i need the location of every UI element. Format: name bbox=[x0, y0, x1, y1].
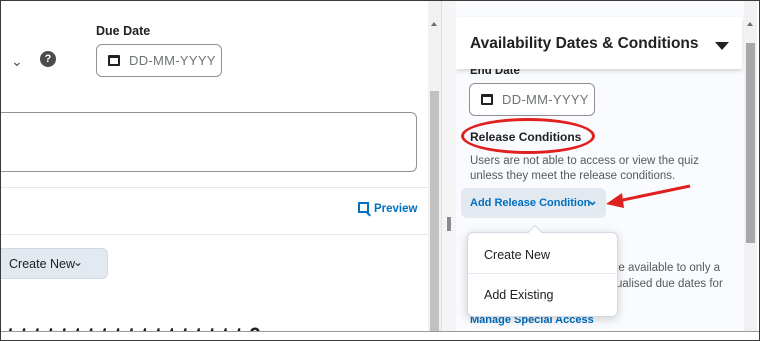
splitter-grip-icon[interactable] bbox=[447, 217, 451, 231]
end-date-placeholder: DD-MM-YYYY bbox=[502, 92, 589, 107]
add-release-condition-button[interactable]: Add Release Condition ⌄ bbox=[461, 188, 606, 218]
help-icon[interactable]: ? bbox=[40, 51, 56, 67]
right-scrollbar[interactable] bbox=[744, 1, 757, 340]
annotation-arrow-icon bbox=[606, 184, 691, 208]
add-release-condition-label: Add Release Condition bbox=[470, 197, 591, 209]
chevron-down-icon[interactable]: ⌄ bbox=[11, 53, 23, 70]
quiz-editor-pane: ⌄ ? Due Date DD-MM-YYYY Preview Create N… bbox=[1, 1, 428, 340]
menu-item-add-existing[interactable]: Add Existing bbox=[468, 274, 617, 314]
availability-panel: Availability Dates & Conditions End Date… bbox=[456, 1, 744, 340]
panel-header[interactable]: Availability Dates & Conditions bbox=[456, 17, 742, 69]
release-conditions-description: Users are not able to access or view the… bbox=[470, 155, 699, 182]
left-scrollbar[interactable] bbox=[428, 1, 441, 340]
release-conditions-label: Release Conditions bbox=[470, 130, 582, 144]
pane-splitter[interactable] bbox=[441, 1, 456, 340]
bottom-edge bbox=[1, 331, 759, 340]
calendar-icon bbox=[108, 55, 120, 66]
chevron-down-icon: ⌄ bbox=[73, 255, 84, 269]
calendar-icon bbox=[481, 94, 493, 105]
app-window: ⌄ ? Due Date DD-MM-YYYY Preview Create N… bbox=[0, 0, 760, 341]
panel-title: Availability Dates & Conditions bbox=[470, 35, 699, 52]
scroll-up-arrow-icon[interactable] bbox=[747, 22, 753, 26]
scrollbar-thumb[interactable] bbox=[746, 43, 755, 243]
end-date-input[interactable]: DD-MM-YYYY bbox=[469, 83, 595, 116]
divider bbox=[1, 187, 428, 188]
due-date-label: Due Date bbox=[96, 24, 151, 38]
preview-link[interactable]: Preview bbox=[358, 202, 417, 215]
scrollbar-thumb[interactable] bbox=[430, 91, 439, 340]
due-date-input[interactable]: DD-MM-YYYY bbox=[96, 44, 222, 77]
create-new-button[interactable]: Create New ⌄ bbox=[1, 248, 108, 279]
preview-icon bbox=[358, 202, 369, 213]
divider bbox=[1, 234, 428, 235]
release-condition-menu: Create New Add Existing bbox=[467, 224, 618, 317]
menu-item-create-new[interactable]: Create New bbox=[468, 233, 617, 273]
due-date-placeholder: DD-MM-YYYY bbox=[129, 53, 216, 68]
caret-down-icon[interactable] bbox=[715, 42, 729, 50]
preview-label: Preview bbox=[374, 203, 418, 215]
description-textarea[interactable] bbox=[1, 112, 417, 172]
scroll-up-arrow-icon[interactable] bbox=[431, 22, 437, 26]
create-new-label: Create New bbox=[9, 257, 75, 271]
chevron-down-icon: ⌄ bbox=[587, 193, 598, 208]
